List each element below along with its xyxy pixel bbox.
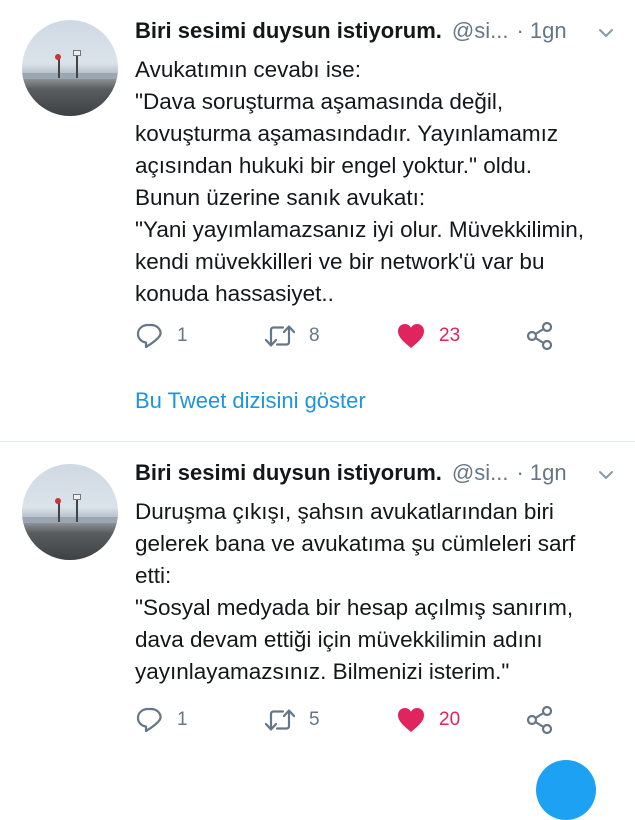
tweet-line: kendi müvekkilleri ve bir network'ü var … xyxy=(135,249,545,274)
like-button[interactable]: 23 xyxy=(395,320,460,352)
retweet-count: 5 xyxy=(309,709,320,730)
tweet-actions: 1 8 23 xyxy=(135,320,575,352)
tweet-line: dava devam ettiği için müvekkilimin adın… xyxy=(135,627,543,652)
show-thread-link[interactable]: Bu Tweet dizisini göster xyxy=(135,388,366,414)
tweet-header: Biri sesimi duysun istiyorum. @si... · 1… xyxy=(135,18,615,44)
reply-button[interactable]: 1 xyxy=(135,320,188,352)
author-handle[interactable]: @si... xyxy=(452,18,509,44)
tweet-line: Duruşma çıkışı, şahsın avukatlarından bi… xyxy=(135,499,554,524)
author-name[interactable]: Biri sesimi duysun istiyorum. xyxy=(135,460,442,486)
tweet-line: Avukatımın cevabı ise: xyxy=(135,57,361,82)
avatar[interactable] xyxy=(22,464,118,560)
author-handle[interactable]: @si... xyxy=(452,460,509,486)
tweet-line: etti: xyxy=(135,563,172,588)
tweet-line: "Dava soruşturma aşamasında değil, xyxy=(135,89,504,114)
heart-icon xyxy=(398,708,424,732)
author-name[interactable]: Biri sesimi duysun istiyorum. xyxy=(135,18,442,44)
share-icon xyxy=(526,705,553,735)
tweet-text: Duruşma çıkışı, şahsın avukatlarından bi… xyxy=(135,496,623,688)
tweet-line: konuda hassasiyet.. xyxy=(135,281,334,306)
tweet-line: açısından hukuki bir engel yoktur." oldu… xyxy=(135,153,532,178)
reply-button[interactable]: 1 xyxy=(135,704,188,736)
share-icon xyxy=(526,321,553,351)
share-button[interactable] xyxy=(525,704,555,736)
like-button[interactable]: 20 xyxy=(395,704,460,736)
chevron-down-icon[interactable] xyxy=(597,466,615,484)
like-count: 20 xyxy=(439,709,461,730)
retweet-icon xyxy=(264,325,296,347)
tweet[interactable]: Biri sesimi duysun istiyorum. @si... · 1… xyxy=(0,442,635,764)
reply-icon xyxy=(136,323,162,349)
tweet[interactable]: Biri sesimi duysun istiyorum. @si... · 1… xyxy=(0,0,635,442)
reply-icon xyxy=(136,707,162,733)
tweet-line: yayınlayamazsınız. Bilmenizi isterim." xyxy=(135,659,510,684)
tweet-header: Biri sesimi duysun istiyorum. @si... · 1… xyxy=(135,460,615,486)
avatar[interactable] xyxy=(22,20,118,116)
tweet-text: Avukatımın cevabı ise: "Dava soruşturma … xyxy=(135,54,623,310)
like-count: 23 xyxy=(439,325,461,346)
tweet-line: Bunun üzerine sanık avukatı: xyxy=(135,185,426,210)
chevron-down-icon[interactable] xyxy=(597,24,615,42)
reply-count: 1 xyxy=(177,325,188,346)
tweet-time[interactable]: · 1gn xyxy=(516,18,566,44)
tweet-line: "Yani yayımlamazsanız iyi olur. Müvekkil… xyxy=(135,217,584,242)
tweet-time[interactable]: · 1gn xyxy=(516,460,566,486)
share-button[interactable] xyxy=(525,320,555,352)
retweet-button[interactable]: 8 xyxy=(263,320,320,352)
tweet-line: gelerek bana ve avukatıma şu cümleleri s… xyxy=(135,531,576,556)
retweet-button[interactable]: 5 xyxy=(263,704,320,736)
compose-tweet-button[interactable] xyxy=(536,760,596,820)
reply-count: 1 xyxy=(177,709,188,730)
retweet-count: 8 xyxy=(309,325,320,346)
retweet-icon xyxy=(264,709,296,731)
heart-icon xyxy=(398,324,424,348)
tweet-line: kovuşturma aşamasındadır. Yayınlamamız xyxy=(135,121,559,146)
tweet-line: "Sosyal medyada bir hesap açılmış sanırı… xyxy=(135,595,574,620)
tweet-actions: 1 5 20 xyxy=(135,704,575,736)
